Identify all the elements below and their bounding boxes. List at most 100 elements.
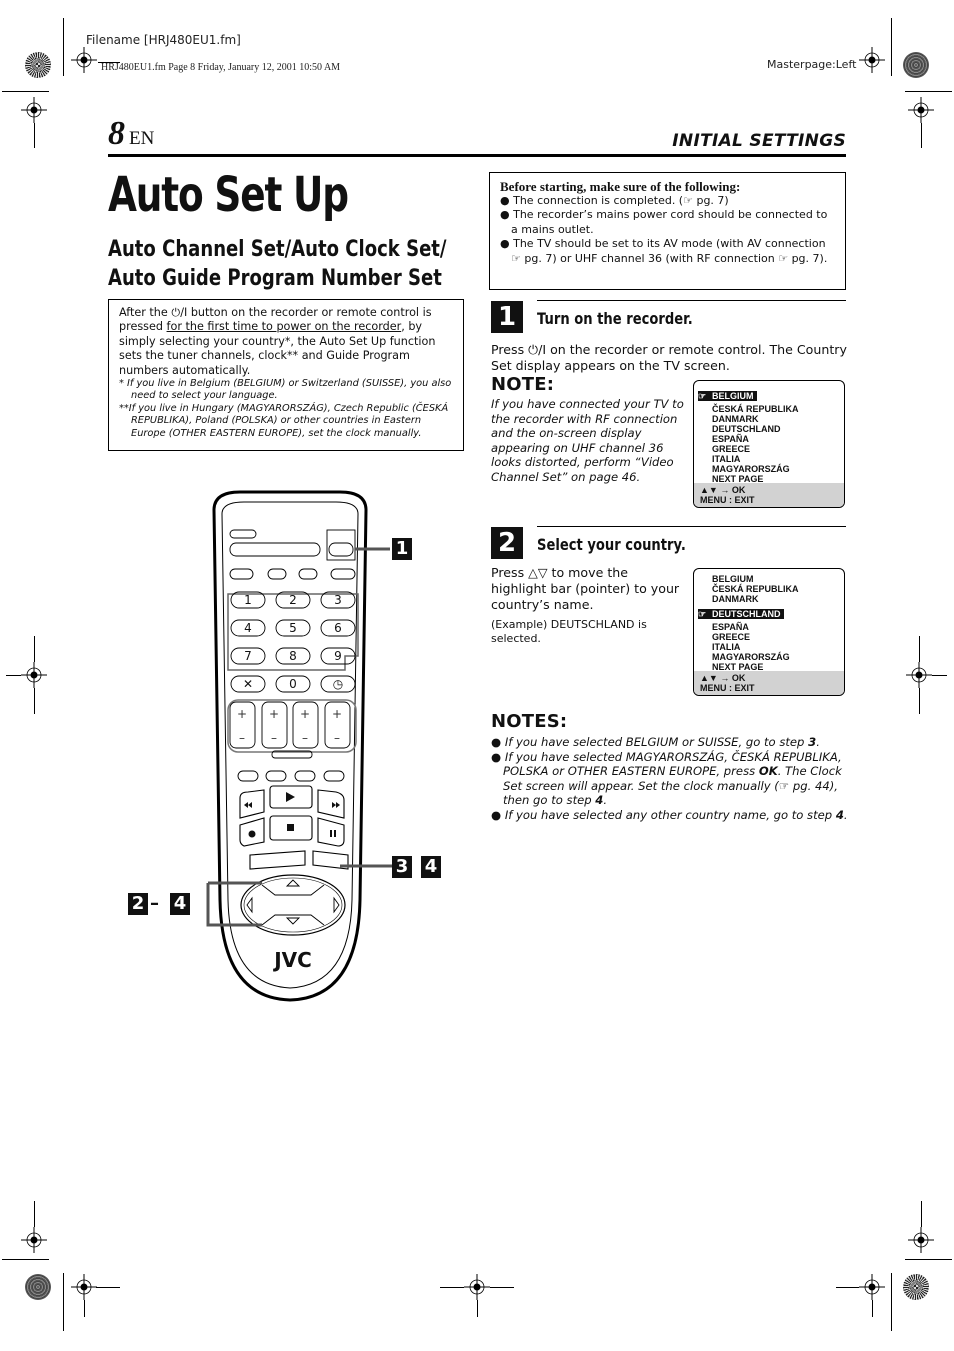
page-number: 8 EN — [108, 115, 154, 158]
keypad-label: 4 — [244, 621, 252, 635]
callout-step-1: 1 — [392, 538, 412, 560]
page-title: Auto Set Up — [108, 167, 349, 223]
step-2-text: Press △▽ to move the highlight bar (poin… — [491, 565, 680, 612]
crop-line — [891, 1273, 892, 1331]
keypad-label: ✕ — [243, 677, 253, 691]
crop-line — [919, 636, 920, 662]
svg-text:+: + — [300, 707, 310, 721]
country-name: DEUTSCHLAND — [712, 609, 781, 619]
keypad-label: 5 — [289, 621, 297, 635]
country-item: BELGIUM — [698, 574, 844, 584]
footer-exit-hint: MENU : EXIT — [700, 683, 755, 693]
registration-mark-icon — [859, 1274, 885, 1300]
crop-line — [34, 688, 35, 714]
notes-list: ● If you have selected BELGIUM or SUISSE… — [491, 735, 851, 822]
country-name: MAGYARORSZÁG — [712, 652, 790, 662]
crop-line — [477, 1300, 478, 1317]
intro-emphasis: for the first time to power on the recor… — [166, 320, 402, 334]
svg-text:–: – — [239, 731, 245, 745]
country-item: ITALIA — [698, 642, 844, 652]
callout-step-4b: 4 — [170, 893, 190, 915]
footnote-2: **If you live in Hungary (MAGYARORSZÁG),… — [119, 402, 449, 439]
registration-mark-icon — [908, 97, 934, 123]
step-2-title: Select your country. — [537, 535, 686, 554]
step-1-title: Turn on the recorder. — [537, 309, 693, 328]
prerequisite-text: The TV should be set to its AV mode (wit… — [511, 237, 828, 265]
keypad-label: 8 — [289, 649, 297, 663]
step-2-rule — [537, 526, 846, 527]
page-language: EN — [129, 128, 155, 149]
svg-text:+: + — [332, 707, 342, 721]
screen-footer: ▲▼ → OK MENU : EXIT — [694, 483, 844, 507]
crop-line — [6, 675, 21, 676]
crop-line — [490, 1287, 514, 1288]
brand-logo: JVC — [272, 948, 312, 972]
footer-exit-hint: MENU : EXIT — [700, 495, 755, 505]
stop-icon — [287, 824, 294, 831]
section-title: INITIAL SETTINGS — [672, 131, 846, 151]
crop-line — [836, 1287, 859, 1288]
country-name: ČESKÁ REPUBLIKA — [712, 584, 799, 594]
country-item: MAGYARORSZÁG — [698, 464, 844, 474]
subtitle-line: Auto Channel Set/Auto Clock Set/ — [108, 237, 447, 262]
note-item: ● If you have selected any other country… — [491, 807, 848, 822]
prerequisite-text: The recorder’s mains power cord should b… — [511, 208, 828, 236]
step-ref: 4 — [835, 807, 844, 822]
step-1-rule — [537, 300, 846, 301]
step-ref: 3 — [808, 735, 817, 749]
country-name: BELGIUM — [712, 391, 754, 401]
svg-text:+: + — [237, 707, 247, 721]
svg-text:+: + — [269, 707, 279, 721]
step-1-number: 1 — [491, 301, 523, 333]
registration-mark-icon — [21, 97, 47, 123]
note-text: . — [603, 793, 608, 807]
crop-line — [63, 18, 64, 76]
footer-nav-hint: ▲▼ → OK — [700, 673, 746, 683]
country-name: DANMARK — [712, 414, 759, 424]
svg-text:–: – — [302, 731, 308, 745]
country-list: ☞ BELGIUM ČESKÁ REPUBLIKA DANMARK DEUTSCHLAN… — [694, 381, 844, 484]
keypad-label: 1 — [244, 593, 252, 607]
button-ref: OK — [758, 764, 778, 778]
crop-line — [2, 1259, 49, 1260]
crop-line — [34, 123, 35, 148]
color-target-icon — [25, 52, 51, 78]
registration-mark-icon — [464, 1274, 490, 1300]
crop-line — [2, 91, 49, 92]
step-1-text: Press ⏻/I on the recorder or remote cont… — [491, 342, 847, 373]
country-set-screen-1: ☞ BELGIUM ČESKÁ REPUBLIKA DANMARK DEUTSCHLAN… — [693, 380, 845, 508]
prerequisite-item: ● The connection is completed. (☞ pg. 7) — [500, 194, 729, 207]
svg-text:–: – — [334, 731, 340, 745]
callout-step-3: 3 — [392, 856, 412, 878]
color-target-icon — [903, 1274, 929, 1300]
registration-mark-icon — [21, 1227, 47, 1253]
country-name: GREECE — [712, 444, 751, 454]
pointer-icon: ☞ — [698, 609, 707, 619]
prerequisite-item: ● The recorder’s mains power cord should… — [500, 208, 828, 236]
country-name: ITALIA — [712, 454, 741, 464]
crop-line — [932, 675, 947, 676]
country-item-selected: ☞ DEUTSCHLAND — [698, 609, 784, 619]
notes-heading: NOTES: — [491, 711, 568, 732]
screen-footer: ▲▼ → OK MENU : EXIT — [694, 671, 844, 695]
note-text: If you have connected your TV to the rec… — [491, 397, 684, 484]
step-2-number: 2 — [491, 527, 523, 559]
footnote-1: * If you live in Belgium (BELGIUM) or Sw… — [119, 378, 452, 402]
keypad-label: 9 — [334, 649, 342, 663]
intro-box: After the ⏻/I button on the recorder or … — [108, 299, 464, 451]
subtitle-line: Auto Guide Program Number Set — [108, 266, 442, 291]
registration-mark-icon — [908, 1227, 934, 1253]
pointer-icon: ☞ — [698, 391, 707, 401]
callout-range-dash: – — [150, 893, 159, 914]
note-heading: NOTE: — [491, 374, 555, 395]
country-item: ESPAÑA — [698, 622, 844, 632]
prerequisites-box: Before starting, make sure of the follow… — [489, 172, 846, 290]
crop-line — [84, 1300, 85, 1317]
country-name: ESPAÑA — [712, 434, 749, 444]
crop-line — [872, 1300, 873, 1317]
country-item: GREECE — [698, 444, 844, 454]
country-name: BELGIUM — [712, 574, 754, 584]
power-icon: ⏻/I — [171, 306, 188, 319]
keypad-label: 0 — [289, 677, 297, 691]
keypad-label: 3 — [334, 593, 342, 607]
